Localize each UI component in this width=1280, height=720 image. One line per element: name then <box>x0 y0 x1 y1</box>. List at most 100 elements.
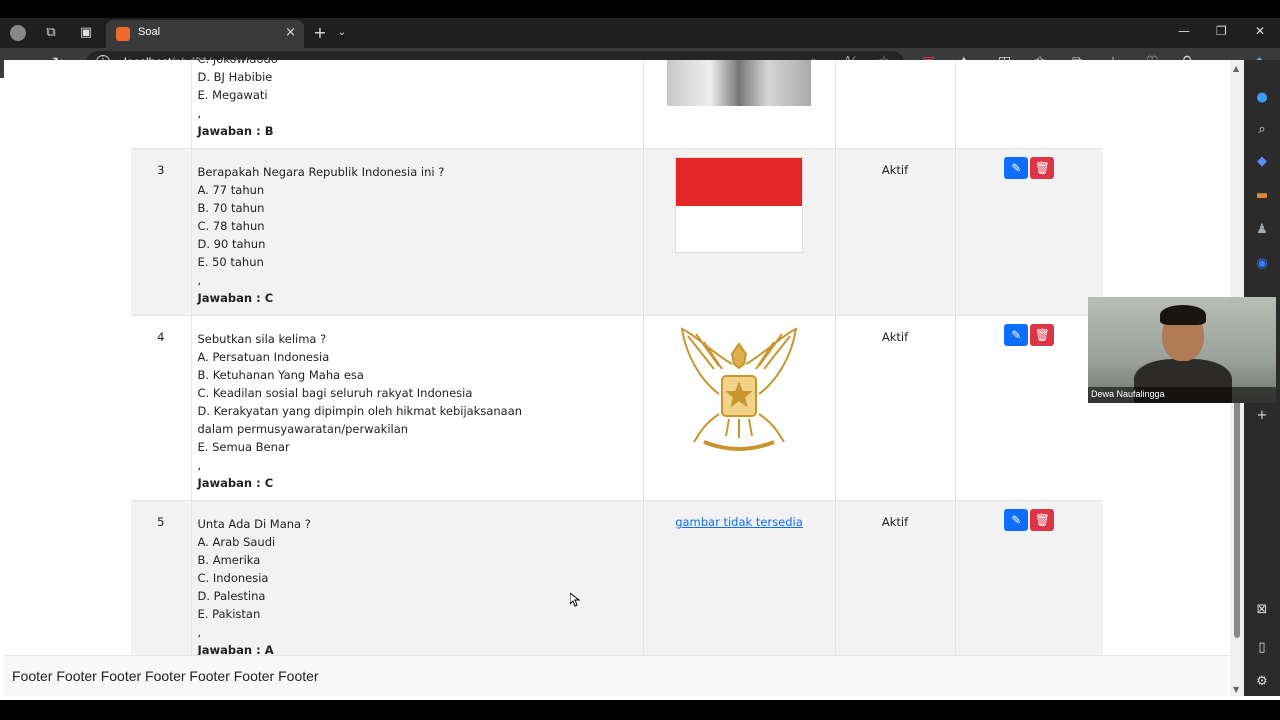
page-footer: Footer Footer Footer Footer Footer Foote… <box>4 655 1230 696</box>
question-cell: C. Jokowidodo D. BJ Habibie E. Megawati … <box>191 60 644 149</box>
edit-button[interactable]: ✎ <box>1004 509 1029 531</box>
delete-button[interactable]: 🗑 <box>1030 157 1055 179</box>
search-icon[interactable]: ⌕ <box>1254 122 1270 138</box>
option-line: A. 77 tahun <box>197 183 265 197</box>
outlook-icon[interactable]: ◉ <box>1254 256 1270 272</box>
scroll-up-arrow-icon[interactable]: ▲ <box>1233 64 1239 73</box>
option-line: A. Arab Saudi <box>197 535 276 549</box>
option-line: E. Pakistan <box>197 607 261 621</box>
workspaces-icon[interactable]: ⧉ <box>43 25 59 41</box>
image-cell <box>643 315 836 501</box>
question-cell: Berapakah Negara Republik Indonesia ini … <box>191 148 644 316</box>
option-line: B. Ketuhanan Yang Maha esa <box>197 368 364 382</box>
soal-table: C. Jokowidodo D. BJ Habibie E. Megawati … <box>131 60 1103 668</box>
profile-avatar[interactable] <box>10 25 26 41</box>
trash-icon: 🗑 <box>1034 328 1050 342</box>
webcam-name-bar: Dewa Naufalingga <box>1088 387 1276 403</box>
webcam-name: Dewa Naufalingga <box>1091 389 1165 399</box>
games-icon[interactable]: ♟ <box>1254 222 1270 238</box>
answer-text: Jawaban : B <box>197 124 274 138</box>
status-cell <box>835 60 956 149</box>
webcam-person-hair <box>1160 305 1206 325</box>
garuda-pancasila-image <box>680 327 798 451</box>
question-text: Sebutkan sila kelima ? <box>197 332 327 346</box>
broken-image-alt[interactable]: gambar tidak tersedia <box>675 515 803 529</box>
option-line: D. BJ Habibie <box>197 70 273 84</box>
option-line: D. Kerakyatan yang dipimpin oleh hikmat … <box>197 404 523 436</box>
action-cell <box>955 60 1103 149</box>
pencil-square-icon: ✎ <box>1011 513 1022 527</box>
table-row: 3 Berapakah Negara Republik Indonesia in… <box>131 148 1103 316</box>
xampp-favicon-icon <box>116 27 130 41</box>
option-line: A. Persatuan Indonesia <box>197 350 330 364</box>
question-text: Unta Ada Di Mana ? <box>197 517 311 531</box>
notification-bell-icon[interactable]: ● <box>1254 90 1270 106</box>
status-cell: Aktif <box>835 148 956 316</box>
separator-comma: , <box>197 106 202 120</box>
tab-bar: ⧉ ▣ Soal × + ⌄ — ❐ ✕ <box>0 18 1280 48</box>
scrollbar-thumb[interactable] <box>1234 366 1240 638</box>
question-photo <box>667 60 811 106</box>
option-line: C. Jokowidodo <box>198 60 637 68</box>
delete-button[interactable]: 🗑 <box>1030 324 1055 346</box>
add-sidebar-app-icon[interactable]: + <box>1254 408 1270 424</box>
answer-text: Jawaban : C <box>197 291 274 305</box>
action-cell: ✎ 🗑 <box>955 500 1103 668</box>
answer-text: Jawaban : C <box>197 476 274 490</box>
edit-button[interactable]: ✎ <box>1004 157 1029 179</box>
new-tab-icon[interactable]: + <box>312 25 328 41</box>
status-cell: Aktif <box>835 500 956 668</box>
row-number: 3 <box>131 148 192 316</box>
scroll-down-arrow-icon[interactable]: ▼ <box>1233 685 1239 694</box>
delete-button[interactable]: 🗑 <box>1030 509 1055 531</box>
status-cell: Aktif <box>835 315 956 501</box>
row-number: 4 <box>131 315 192 501</box>
close-window-button[interactable]: ✕ <box>1255 24 1265 38</box>
option-line: C. Indonesia <box>197 571 269 585</box>
action-cell: ✎ 🗑 <box>955 148 1103 316</box>
sidebar-layout-icon[interactable]: ▯ <box>1254 640 1270 656</box>
option-line: E. Megawati <box>197 88 268 102</box>
tab-title: Soal <box>138 26 161 38</box>
action-cell: ✎ 🗑 <box>955 315 1103 501</box>
page-content: C. Jokowidodo D. BJ Habibie E. Megawati … <box>4 60 1230 680</box>
table-row: C. Jokowidodo D. BJ Habibie E. Megawati … <box>131 60 1103 149</box>
table-row: 5 Unta Ada Di Mana ? A. Arab Saudi B. Am… <box>131 500 1103 668</box>
tab-soal[interactable]: Soal × <box>106 20 304 48</box>
trash-icon: 🗑 <box>1034 513 1050 527</box>
shopping-tag-icon[interactable]: ◆ <box>1254 154 1270 170</box>
pencil-square-icon: ✎ <box>1011 161 1022 175</box>
screenshot-icon[interactable]: ⊠ <box>1254 602 1270 618</box>
image-cell <box>643 148 836 316</box>
option-line: B. 70 tahun <box>197 201 265 215</box>
question-text: Berapakah Negara Republik Indonesia ini … <box>197 165 445 179</box>
option-line: E. Semua Benar <box>197 440 290 454</box>
option-line: C. 78 tahun <box>197 219 265 233</box>
row-number <box>131 60 192 149</box>
pencil-square-icon: ✎ <box>1011 328 1022 342</box>
table-row: 4 Sebutkan sila kelima ? A. Persatuan In… <box>131 315 1103 501</box>
separator-comma: , <box>197 625 202 639</box>
row-number: 5 <box>131 500 192 668</box>
separator-comma: , <box>197 458 202 472</box>
option-line: D. 90 tahun <box>197 237 266 251</box>
image-cell: gambar tidak tersedia <box>643 500 836 668</box>
settings-gear-icon[interactable]: ⚙ <box>1254 674 1270 690</box>
footer-text: Footer Footer Footer Footer Footer Foote… <box>12 668 319 684</box>
minimize-button[interactable]: — <box>1178 24 1190 38</box>
option-line: E. 50 tahun <box>197 255 264 269</box>
option-line: C. Keadilan sosial bagi seluruh rakyat I… <box>197 386 473 400</box>
tools-briefcase-icon[interactable]: ▬ <box>1254 188 1270 204</box>
separator-comma: , <box>197 273 202 287</box>
trash-icon: 🗑 <box>1034 161 1050 175</box>
edit-button[interactable]: ✎ <box>1004 324 1029 346</box>
question-cell: Sebutkan sila kelima ? A. Persatuan Indo… <box>191 315 644 501</box>
vertical-tabs-icon[interactable]: ▣ <box>78 25 94 41</box>
question-cell: Unta Ada Di Mana ? A. Arab Saudi B. Amer… <box>191 500 644 668</box>
restore-button[interactable]: ❐ <box>1216 24 1227 38</box>
option-line: B. Amerika <box>197 553 261 567</box>
image-cell <box>643 60 836 149</box>
close-tab-icon[interactable]: × <box>285 25 296 40</box>
indonesia-flag-image <box>675 157 803 253</box>
tab-actions-chevron-icon[interactable]: ⌄ <box>334 25 350 41</box>
